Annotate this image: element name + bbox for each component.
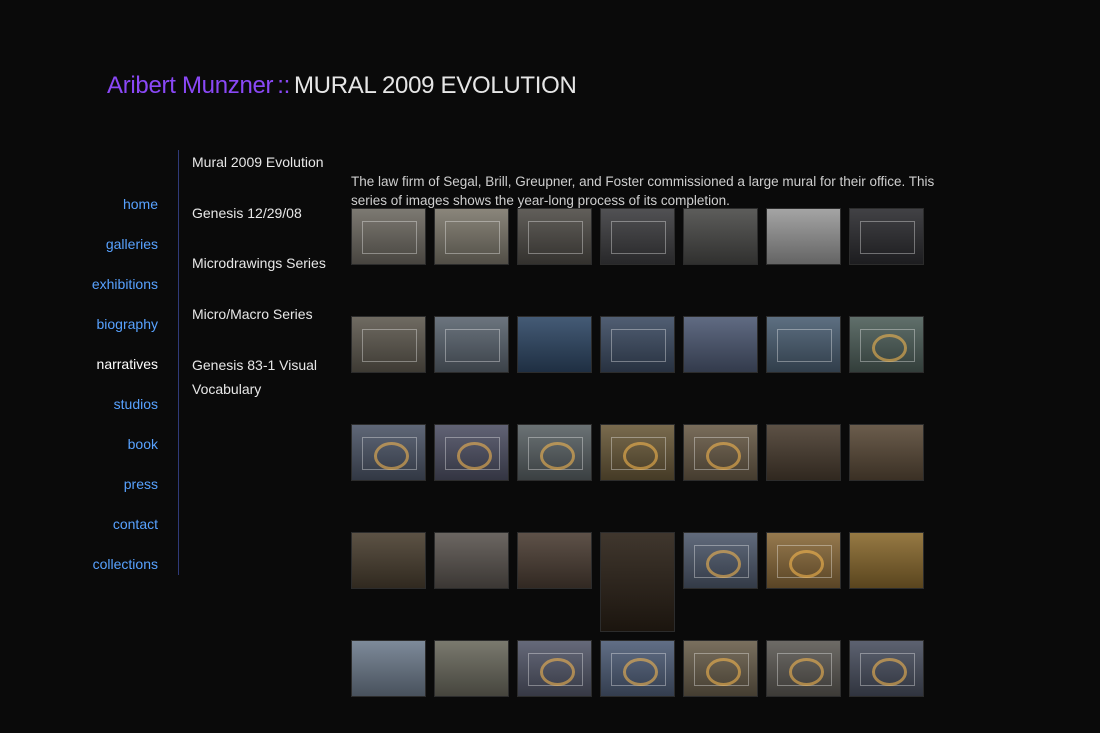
nav-item-press[interactable]: press [40,473,158,513]
nav-item-exhibitions[interactable]: exhibitions [40,273,158,313]
gallery-thumbnail[interactable] [434,424,509,481]
gallery-thumbnail[interactable] [849,424,924,481]
subnav-item-micro-macro-series[interactable]: Micro/Macro Series [192,302,332,326]
gallery-thumbnail[interactable] [849,208,924,265]
subnav-item-microdrawings-series[interactable]: Microdrawings Series [192,251,332,275]
subnav-item-genesis-83-1[interactable]: Genesis 83-1 Visual Vocabulary [192,353,332,401]
gallery-thumbnail[interactable] [766,424,841,481]
gallery-thumbnail[interactable] [766,316,841,373]
thumbnail-row [351,208,951,316]
gallery-thumbnail[interactable] [766,532,841,589]
gallery-thumbnail[interactable] [600,640,675,697]
subnav-item-mural-2009-evolution[interactable]: Mural 2009 Evolution [192,150,332,174]
gallery-thumbnail[interactable] [683,532,758,589]
gallery-thumbnail[interactable] [517,208,592,265]
gallery-thumbnail[interactable] [351,640,426,697]
narratives-subnav: Mural 2009 Evolution Genesis 12/29/08 Mi… [192,150,332,401]
gallery-thumbnail[interactable] [849,640,924,697]
page-title: MURAL 2009 EVOLUTION [293,72,577,99]
nav-item-studios[interactable]: studios [40,393,158,433]
subnav-item-genesis-12-29-08[interactable]: Genesis 12/29/08 [192,201,332,225]
gallery-thumbnail[interactable] [849,532,924,589]
gallery-thumbnail[interactable] [849,316,924,373]
nav-divider [178,150,179,575]
main-nav: home galleries exhibitions biography nar… [40,193,158,593]
nav-item-book[interactable]: book [40,433,158,473]
gallery-thumbnail[interactable] [517,640,592,697]
gallery-thumbnail[interactable] [600,316,675,373]
nav-item-home[interactable]: home [40,193,158,233]
gallery-thumbnail[interactable] [766,208,841,265]
thumbnail-row [351,532,951,640]
gallery-thumbnail[interactable] [351,316,426,373]
site-header: Aribert Munzner:: MURAL 2009 EVOLUTION [107,72,577,100]
gallery-thumbnail[interactable] [351,424,426,481]
gallery-thumbnail[interactable] [434,208,509,265]
gallery-thumbnail[interactable] [683,640,758,697]
gallery-thumbnail[interactable] [600,208,675,265]
gallery-thumbnail[interactable] [517,532,592,589]
gallery-thumbnail[interactable] [683,316,758,373]
thumbnail-row [351,424,951,532]
gallery-thumbnail[interactable] [434,640,509,697]
nav-item-narratives[interactable]: narratives [40,353,158,393]
gallery-thumbnail[interactable] [766,640,841,697]
gallery-thumbnail[interactable] [517,424,592,481]
gallery-thumbnail[interactable] [434,316,509,373]
page: Aribert Munzner:: MURAL 2009 EVOLUTION ho… [0,0,1100,733]
nav-item-galleries[interactable]: galleries [40,233,158,273]
thumbnail-row [351,640,951,700]
gallery-thumbnail[interactable] [434,532,509,589]
gallery-thumbnail[interactable] [683,208,758,265]
gallery-thumbnail[interactable] [351,208,426,265]
gallery-thumbnail[interactable] [517,316,592,373]
gallery-thumbnail[interactable] [600,424,675,481]
gallery-thumbnail[interactable] [351,532,426,589]
nav-item-biography[interactable]: biography [40,313,159,353]
header-separator: :: [277,72,290,99]
thumbnail-row [351,316,951,424]
artist-name-link[interactable]: Aribert Munzner [107,72,274,99]
nav-item-collections[interactable]: collections [40,553,158,593]
thumbnail-gallery [351,208,951,700]
nav-item-contact[interactable]: contact [40,513,158,553]
gallery-thumbnail[interactable] [683,424,758,481]
intro-text: The law firm of Segal, Brill, Greupner, … [351,173,935,208]
gallery-thumbnail[interactable] [600,532,675,632]
